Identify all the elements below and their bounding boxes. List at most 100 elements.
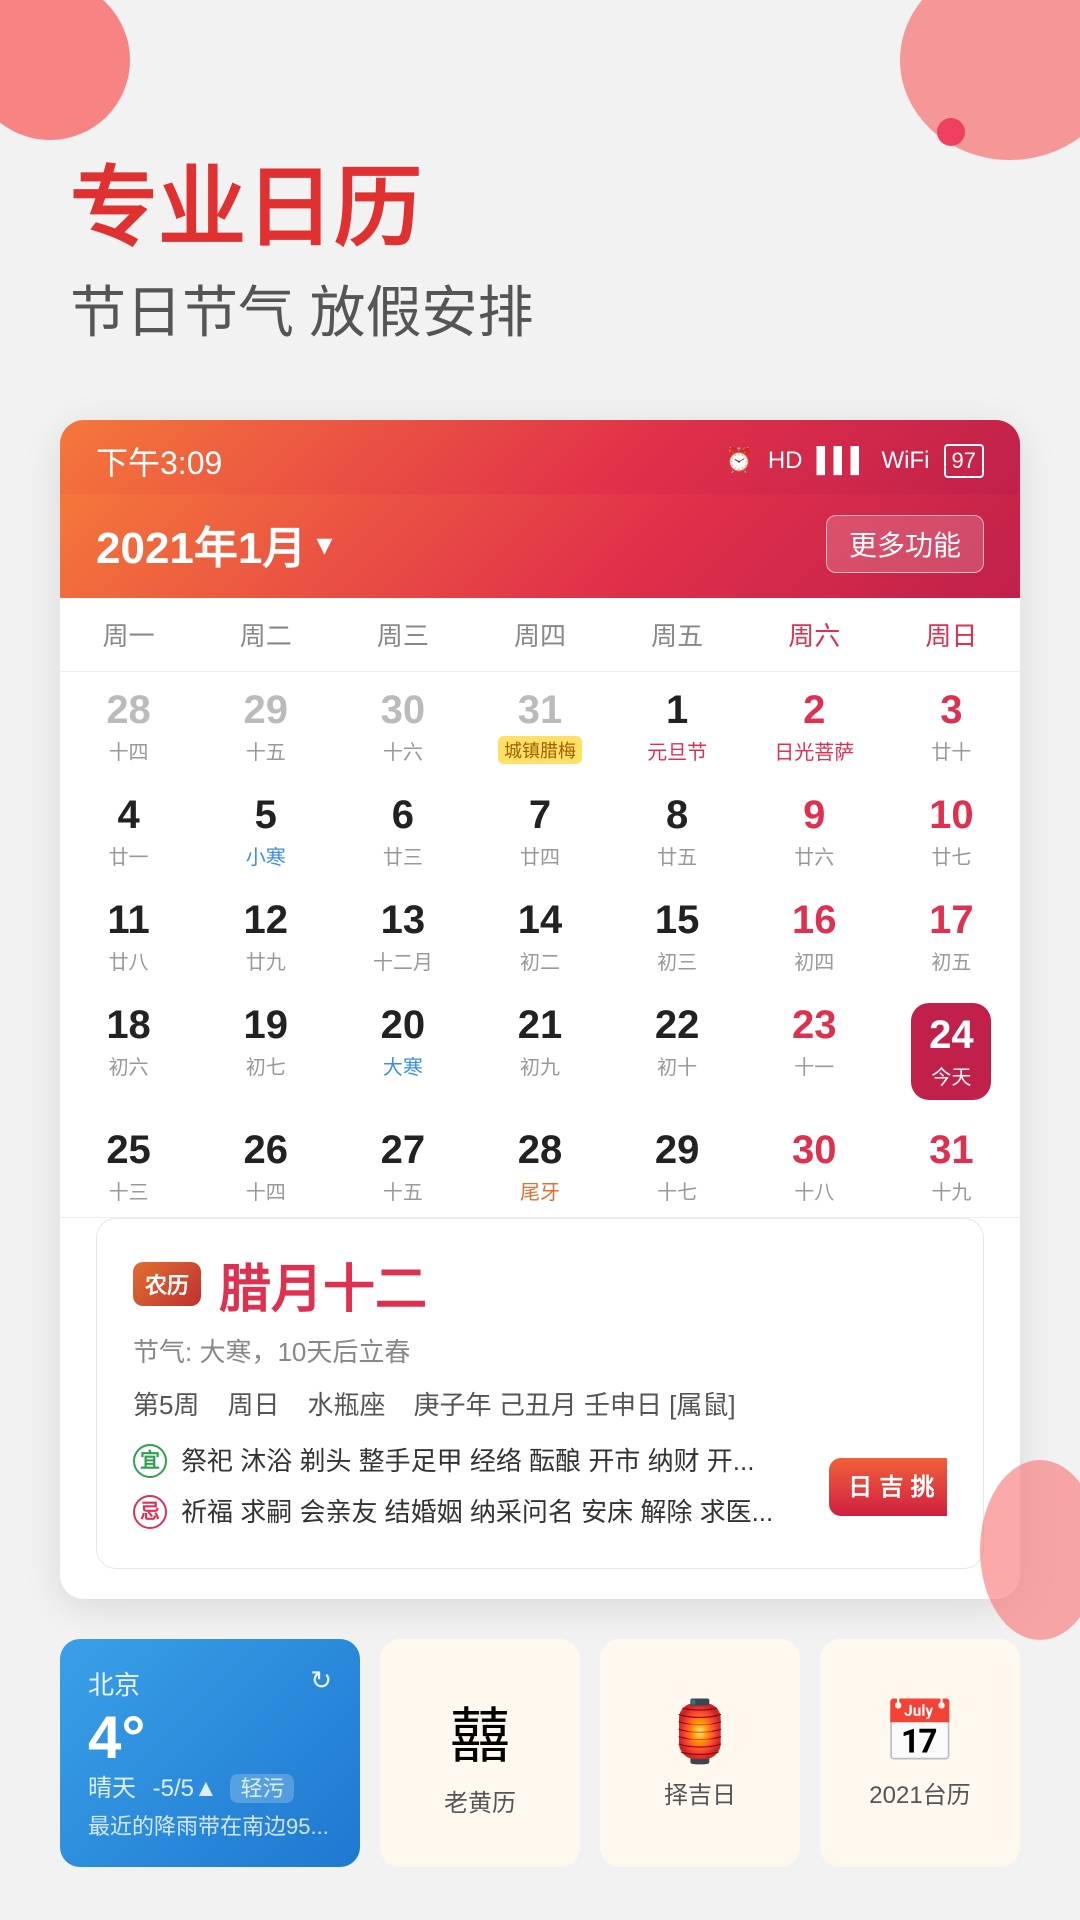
day-sub: 十五 bbox=[246, 736, 286, 765]
day-sub: 元旦节 bbox=[647, 736, 707, 765]
weekday-周一: 周一 bbox=[60, 608, 197, 661]
day-number: 28 bbox=[518, 1128, 563, 1172]
icon-tile-1[interactable]: 🏮择吉日 bbox=[600, 1639, 800, 1867]
day-sub: 初七 bbox=[246, 1051, 286, 1080]
calendar-day-cell[interactable]: 3廿十 bbox=[883, 672, 1020, 777]
calendar-day-cell[interactable]: 29十五 bbox=[197, 672, 334, 777]
calendar-day-cell[interactable]: 27十五 bbox=[334, 1112, 471, 1217]
tile-label: 2021台历 bbox=[869, 1775, 970, 1810]
weather-refresh-icon[interactable]: ↻ bbox=[310, 1665, 332, 1702]
calendar-day-cell[interactable]: 21初九 bbox=[471, 987, 608, 1112]
day-sub: 廿六 bbox=[794, 841, 834, 870]
day-sub: 小寒 bbox=[246, 841, 286, 870]
day-sub: 廿八 bbox=[109, 946, 149, 975]
month-dropdown-icon[interactable]: ▾ bbox=[316, 525, 332, 563]
day-sub: 初十 bbox=[657, 1051, 697, 1080]
calendar-day-cell[interactable]: 13十二月 bbox=[334, 882, 471, 987]
calendar-day-cell[interactable]: 22初十 bbox=[609, 987, 746, 1112]
day-number: 11 bbox=[107, 898, 149, 942]
day-number: 8 bbox=[666, 793, 688, 837]
calendar-day-cell[interactable]: 2日光菩萨 bbox=[746, 672, 883, 777]
yi-text: 祭祀 沐浴 剃头 整手足甲 经络 酝酿 开市 纳财 开... bbox=[181, 1442, 754, 1481]
calendar-day-cell[interactable]: 1元旦节 bbox=[609, 672, 746, 777]
day-sub: 城镇腊梅 bbox=[498, 736, 582, 764]
calendar-day-cell[interactable]: 12 廿九 bbox=[197, 882, 334, 987]
calendar-day-cell[interactable]: 26十四 bbox=[197, 1112, 334, 1217]
weekday-header: 周一周二周三周四周五周六周日 bbox=[60, 598, 1020, 672]
icon-tiles: 囍老黄历🏮择吉日 📅 2021台历 bbox=[380, 1639, 1020, 1867]
wifi-icon: WiFi bbox=[882, 447, 930, 475]
day-sub: 廿四 bbox=[520, 841, 560, 870]
signal-hd-icon: HD bbox=[768, 447, 803, 475]
day-sub: 廿三 bbox=[383, 841, 423, 870]
tile-label: 老黄历 bbox=[444, 1783, 516, 1818]
calendar-day-cell[interactable]: 6廿三 bbox=[334, 777, 471, 882]
calendar-day-cell[interactable]: 19初七 bbox=[197, 987, 334, 1112]
pick-day-button[interactable]: 挑吉日 bbox=[829, 1458, 947, 1516]
calendar-day-cell[interactable]: 16初四 bbox=[746, 882, 883, 987]
calendar-grid: 28十四29十五30十六31城镇腊梅1元旦节2日光菩萨3廿十4廿一5小寒6廿三7… bbox=[60, 672, 1020, 1217]
weather-quality: 轻污 bbox=[230, 1774, 294, 1803]
calendar-day-cell[interactable]: 10廿七 bbox=[883, 777, 1020, 882]
calendar-day-cell[interactable]: 31十九 bbox=[883, 1112, 1020, 1217]
calendar-day-cell[interactable]: 24 今天 bbox=[883, 987, 1020, 1112]
day-number: 7 bbox=[529, 793, 551, 837]
calendar-day-cell[interactable]: 11 廿八 bbox=[60, 882, 197, 987]
calendar-day-cell[interactable]: 8廿五 bbox=[609, 777, 746, 882]
tile-label: 择吉日 bbox=[664, 1775, 736, 1810]
calendar-day-cell[interactable]: 28尾牙 bbox=[471, 1112, 608, 1217]
day-sub: 初三 bbox=[657, 946, 697, 975]
more-functions-button[interactable]: 更多功能 bbox=[826, 515, 984, 573]
day-sub: 初五 bbox=[931, 946, 971, 975]
icon-tile-2[interactable]: 📅 2021台历 bbox=[820, 1639, 1020, 1867]
day-sub: 十五 bbox=[383, 1176, 423, 1205]
calendar-day-cell[interactable]: 15 初三 bbox=[609, 882, 746, 987]
calendar-day-cell[interactable]: 30十八 bbox=[746, 1112, 883, 1217]
weather-temp: 4° bbox=[88, 1708, 332, 1768]
calendar-header: 2021年1月 ▾ 更多功能 bbox=[60, 494, 1020, 598]
day-sub: 十二月 bbox=[373, 946, 433, 975]
calendar-day-cell[interactable]: 17初五 bbox=[883, 882, 1020, 987]
calendar-day-cell[interactable]: 5 小寒 bbox=[197, 777, 334, 882]
dot-decoration bbox=[937, 118, 965, 146]
day-sub: 大寒 bbox=[383, 1051, 423, 1080]
day-number: 18 bbox=[106, 1003, 151, 1047]
icon-tile-0[interactable]: 囍老黄历 bbox=[380, 1639, 580, 1867]
day-sub: 十六 bbox=[383, 736, 423, 765]
today-number: 24 bbox=[929, 1013, 974, 1057]
day-number: 31 bbox=[518, 688, 563, 732]
calendar-day-cell[interactable]: 25十三 bbox=[60, 1112, 197, 1217]
calendar-day-cell[interactable]: 23十一 bbox=[746, 987, 883, 1112]
day-sub: 廿九 bbox=[246, 946, 286, 975]
calendar-day-cell[interactable]: 9 廿六 bbox=[746, 777, 883, 882]
calendar-day-cell[interactable]: 4廿一 bbox=[60, 777, 197, 882]
lunar-meta-item: 水瓶座 bbox=[307, 1385, 385, 1422]
signal-bars-icon: ▌▌▌ bbox=[817, 447, 868, 475]
yi-icon: 宜 bbox=[133, 1444, 167, 1478]
day-number: 23 bbox=[792, 1003, 837, 1047]
day-number: 15 bbox=[655, 898, 700, 942]
lunar-jieqi: 节气: 大寒，10天后立春 bbox=[133, 1332, 947, 1369]
calendar-day-cell[interactable]: 7 廿四 bbox=[471, 777, 608, 882]
day-number: 4 bbox=[117, 793, 139, 837]
day-number: 9 bbox=[803, 793, 825, 837]
today-sub: 今天 bbox=[931, 1061, 971, 1090]
month-selector[interactable]: 2021年1月 ▾ bbox=[96, 512, 332, 576]
status-bar: 下午3:09 ⏰ HD ▌▌▌ WiFi 97 bbox=[60, 420, 1020, 494]
day-number: 12 bbox=[243, 898, 288, 942]
day-number: 31 bbox=[929, 1128, 974, 1172]
tile-icon: 📅 bbox=[883, 1696, 958, 1767]
calendar-day-cell[interactable]: 31 城镇腊梅 bbox=[471, 672, 608, 777]
day-sub: 初二 bbox=[520, 946, 560, 975]
day-number: 5 bbox=[255, 793, 277, 837]
calendar-day-cell[interactable]: 20大寒 bbox=[334, 987, 471, 1112]
yi-activity: 宜 祭祀 沐浴 剃头 整手足甲 经络 酝酿 开市 纳财 开... bbox=[133, 1442, 877, 1481]
calendar-day-cell[interactable]: 30十六 bbox=[334, 672, 471, 777]
calendar-day-cell[interactable]: 18初六 bbox=[60, 987, 197, 1112]
lunar-meta-item: 周日 bbox=[227, 1385, 279, 1422]
calendar-day-cell[interactable]: 14初二 bbox=[471, 882, 608, 987]
calendar-day-cell[interactable]: 28十四 bbox=[60, 672, 197, 777]
weekday-周五: 周五 bbox=[609, 608, 746, 661]
weekday-周六: 周六 bbox=[746, 608, 883, 661]
calendar-day-cell[interactable]: 29十七 bbox=[609, 1112, 746, 1217]
